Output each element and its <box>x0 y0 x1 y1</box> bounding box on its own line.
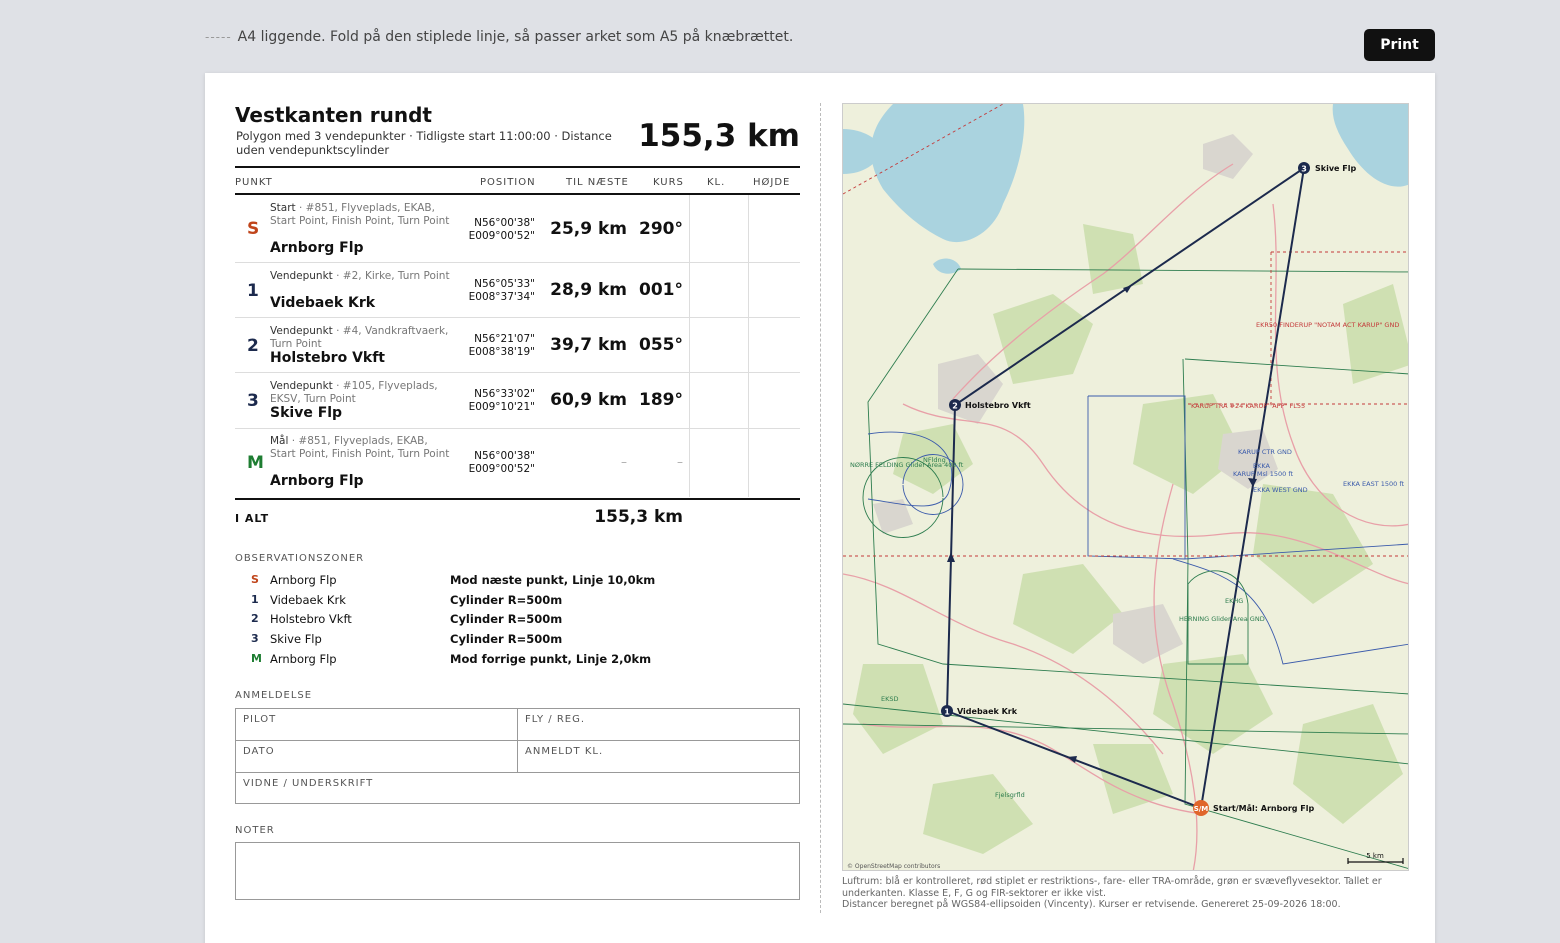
point-distance: – <box>621 455 627 469</box>
point-course: 189° <box>639 390 683 410</box>
total-value: 155,3 km <box>594 507 683 527</box>
point-position: N56°33'02" E009°10'21" <box>468 388 535 413</box>
list-item: 2 Holstebro Vkft Cylinder R=500m <box>251 612 563 626</box>
notes-heading: NOTER <box>235 825 275 836</box>
svg-text:KARUP TRA #24 KARUP "APP" FL55: KARUP TRA #24 KARUP "APP" FL55 <box>1191 402 1305 410</box>
svg-text:EKR50 FINDERUP "NOTAM ACT KARU: EKR50 FINDERUP "NOTAM ACT KARUP" GND <box>1256 321 1399 329</box>
table-row: 2 Vendepunkt · #4, Vandkraftvaerk, Turn … <box>235 318 800 373</box>
point-meta: Mål · #851, Flyveplads, EKAB, Start Poin… <box>270 435 450 460</box>
point-distance: 60,9 km <box>550 390 627 410</box>
list-item: 3 Skive Flp Cylinder R=500m <box>251 632 563 646</box>
witness-field[interactable]: VIDNE / UNDERSKRIFT <box>236 773 799 804</box>
col-point: PUNKT <box>235 177 273 188</box>
svg-text:Skive Flp: Skive Flp <box>1315 164 1356 173</box>
col-height: HØJDE <box>753 177 791 188</box>
task-title: Vestkanten rundt <box>235 103 432 127</box>
point-course: – <box>677 455 683 469</box>
point-symbol: 1 <box>247 281 259 301</box>
pilot-field[interactable]: PILOT <box>236 709 517 740</box>
task-subtitle: Polygon med 3 vendepunkter · Tidligste s… <box>236 129 612 157</box>
point-course: 001° <box>639 280 683 300</box>
col-time: KL. <box>707 177 726 188</box>
list-item: M Arnborg Flp Mod forrige punkt, Linje 2,0… <box>251 652 652 666</box>
col-course: KURS <box>653 177 684 188</box>
fold-instruction-text: A4 liggende. Fold på den stiplede linje,… <box>237 29 794 45</box>
point-name: Videbaek Krk <box>270 295 376 311</box>
point-name: Arnborg Flp <box>270 473 364 489</box>
svg-text:Videbaek Krk: Videbaek Krk <box>957 707 1018 716</box>
aircraft-field[interactable]: FLY / REG. <box>518 709 800 740</box>
svg-text:HERNING Glider Area GND: HERNING Glider Area GND <box>1179 615 1265 623</box>
svg-text:EKHG: EKHG <box>1225 597 1243 605</box>
turnpoint-table: PUNKT POSITION TIL NÆSTE KURS KL. HØJDE … <box>235 166 800 497</box>
point-meta: Vendepunkt · #4, Vandkraftvaerk, Turn Po… <box>270 325 449 350</box>
svg-text:KARUP CTR GND: KARUP CTR GND <box>1238 448 1292 456</box>
fold-line-marker: ----- <box>205 30 232 44</box>
svg-text:EKKA: EKKA <box>1253 462 1271 470</box>
svg-text:3: 3 <box>1301 165 1307 174</box>
svg-text:EKKA EAST 1500 ft: EKKA EAST 1500 ft <box>1343 480 1405 488</box>
print-button[interactable]: Print <box>1364 29 1435 61</box>
fold-line <box>820 103 821 913</box>
point-position: N56°21'07" E008°38'19" <box>468 333 535 358</box>
date-field[interactable]: DATO <box>236 741 517 772</box>
svg-text:NØRRE FELDING Glider Area 400: NØRRE FELDING Glider Area 400 ft <box>850 461 964 469</box>
point-name: Holstebro Vkft <box>270 350 386 366</box>
observation-zones-heading: OBSERVATIONSZONER <box>235 553 365 564</box>
task-sheet: Vestkanten rundt Polygon med 3 vendepunk… <box>205 73 1435 943</box>
list-item: S Arnborg Flp Mod næste punkt, Linje 10,0k… <box>251 573 656 587</box>
svg-text:S/M: S/M <box>1194 805 1209 813</box>
svg-text:EKSD: EKSD <box>881 695 899 703</box>
point-position: N56°00'38" E009°00'52" <box>468 217 535 242</box>
point-meta: Vendepunkt · #105, Flyveplads, EKSV, Tur… <box>270 380 438 405</box>
task-map: 3 2 1 S/M Skive Flp Holstebro Vkft Videb… <box>842 103 1409 871</box>
map-caption: Luftrum: blå er kontrolleret, rød stiple… <box>842 876 1402 911</box>
point-meta: Start · #851, Flyveplads, EKAB, Start Po… <box>270 202 450 227</box>
registration-heading: ANMELDELSE <box>235 690 313 701</box>
point-symbol: 2 <box>247 336 259 356</box>
svg-text:EKKA WEST GND: EKKA WEST GND <box>1253 486 1308 494</box>
point-symbol: S <box>247 219 260 239</box>
point-name: Arnborg Flp <box>270 240 364 256</box>
registration-form: PILOT FLY / REG. DATO ANMELDT KL. VIDNE … <box>235 708 800 804</box>
point-position: N56°05'33" E008°37'34" <box>468 278 535 303</box>
point-distance: 25,9 km <box>550 219 627 239</box>
point-meta: Vendepunkt · #2, Kirke, Turn Point <box>270 270 450 282</box>
table-row: 1 Vendepunkt · #2, Kirke, Turn Point Vid… <box>235 263 800 318</box>
map-caption-legend: Luftrum: blå er kontrolleret, rød stiple… <box>842 876 1382 899</box>
table-row: 3 Vendepunkt · #105, Flyveplads, EKSV, T… <box>235 373 800 429</box>
task-total-distance: 155,3 km <box>638 118 800 154</box>
col-position: POSITION <box>480 177 536 188</box>
point-course: 055° <box>639 335 683 355</box>
column-divider <box>689 195 690 497</box>
notes-field[interactable] <box>235 842 800 900</box>
map-caption-method: Distancer beregnet på WGS84-ellipsoiden … <box>842 899 1341 910</box>
list-item: 1 Videbaek Krk Cylinder R=500m <box>251 593 563 607</box>
table-row: M Mål · #851, Flyveplads, EKAB, Start Po… <box>235 429 800 495</box>
map-svg: 3 2 1 S/M Skive Flp Holstebro Vkft Videb… <box>843 104 1408 870</box>
col-to-next: TIL NÆSTE <box>566 177 629 188</box>
point-course: 290° <box>639 219 683 239</box>
point-distance: 28,9 km <box>550 280 627 300</box>
svg-text:5 km: 5 km <box>1366 852 1384 860</box>
table-row: S Start · #851, Flyveplads, EKAB, Start … <box>235 195 800 263</box>
total-label: I ALT <box>235 512 270 525</box>
reported-time-field[interactable]: ANMELDT KL. <box>518 741 800 772</box>
point-position: N56°00'38" E009°00'52" <box>468 450 535 475</box>
svg-text:Start/Mål: Arnborg Flp: Start/Mål: Arnborg Flp <box>1213 803 1314 813</box>
column-divider <box>748 195 749 497</box>
svg-text:Fjelsgrfld: Fjelsgrfld <box>995 791 1025 799</box>
point-symbol: M <box>247 453 264 473</box>
map-attribution: © OpenStreetMap contributors <box>847 863 940 870</box>
point-distance: 39,7 km <box>550 335 627 355</box>
table-header: PUNKT POSITION TIL NÆSTE KURS KL. HØJDE <box>235 168 800 195</box>
table-total: I ALT 155,3 km <box>235 498 800 534</box>
point-symbol: 3 <box>247 391 259 411</box>
svg-text:2: 2 <box>952 402 958 411</box>
point-name: Skive Flp <box>270 405 343 421</box>
svg-text:KARUP Msl 1500 ft: KARUP Msl 1500 ft <box>1233 470 1294 478</box>
fold-instruction: ----- A4 liggende. Fold på den stiplede l… <box>205 29 793 45</box>
svg-text:1: 1 <box>944 708 950 717</box>
svg-text:Holstebro Vkft: Holstebro Vkft <box>965 401 1031 410</box>
